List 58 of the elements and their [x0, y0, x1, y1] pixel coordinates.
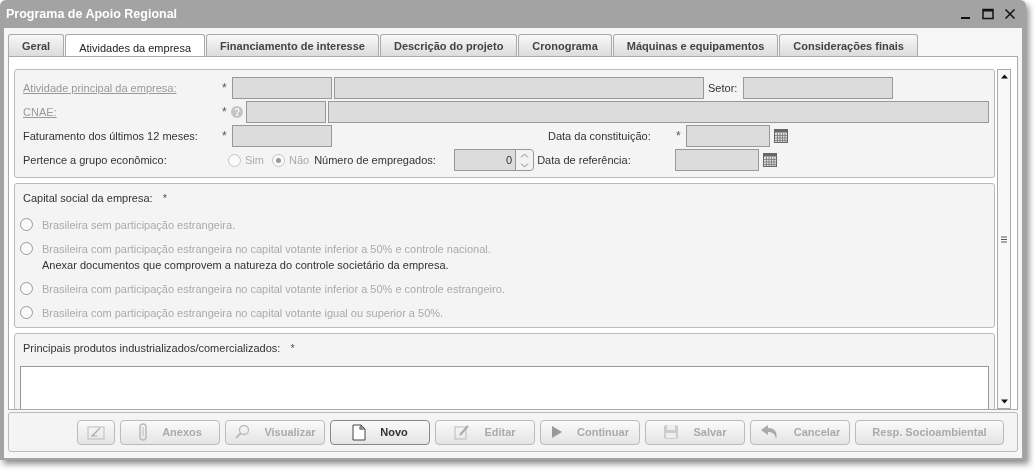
paperclip-icon	[138, 423, 149, 441]
tab[interactable]: Atividades da empresa	[65, 34, 206, 57]
cnae-code-field[interactable]	[246, 101, 326, 123]
play-icon	[551, 425, 563, 439]
grip-icon[interactable]	[1001, 235, 1007, 243]
save-icon	[663, 424, 680, 440]
close-icon[interactable]	[1004, 8, 1016, 20]
radio-button[interactable]	[20, 218, 33, 231]
calendar-icon[interactable]	[763, 153, 778, 167]
sector-field[interactable]	[743, 77, 894, 99]
required-mark: *	[162, 192, 167, 206]
required-mark: *	[222, 105, 228, 119]
undo-arrow-icon	[759, 424, 780, 440]
calendar-icon[interactable]	[774, 129, 788, 143]
reference-date-label: Data de referência:	[537, 154, 632, 166]
sector-label: Setor:	[708, 82, 738, 94]
scrollbar[interactable]	[997, 69, 1011, 409]
cnae-description-field[interactable]	[328, 101, 989, 123]
document-icon	[352, 423, 367, 441]
signature-icon	[87, 424, 105, 440]
employees-spinner[interactable]: 0	[454, 149, 535, 171]
toolbar-button[interactable]: Novo	[330, 419, 430, 445]
revenue-field[interactable]	[232, 125, 332, 147]
founded-date-label: Data da constituição:	[548, 130, 652, 142]
required-mark: *	[290, 342, 295, 356]
activity-description-field[interactable]	[334, 77, 704, 99]
tab[interactable]: Geral	[8, 34, 65, 56]
radio-button[interactable]	[20, 306, 33, 319]
employees-label: Número de empregados:	[314, 154, 437, 166]
required-mark: *	[222, 129, 228, 143]
radio-label: Brasileira com participação estrangeira no capital votante inferior a 50% e controle nacional.	[42, 242, 491, 255]
required-mark: *	[222, 81, 228, 95]
radio-label: Não	[288, 154, 310, 166]
capital-label: Capital social da empresa:	[23, 192, 153, 206]
pencil-icon	[454, 424, 471, 440]
radio-button[interactable]	[20, 242, 33, 255]
help-icon[interactable]	[231, 106, 243, 118]
tab[interactable]: Considerações finais	[779, 34, 918, 56]
window-title: Programa de Apoio Regional	[6, 7, 178, 21]
activity-code-field[interactable]	[232, 77, 332, 99]
tab[interactable]: Financiamento de interesse	[206, 34, 379, 56]
radio-label: Brasileira com participação estrangeira no capital votante inferior a 50% e controle estrangeiro.	[42, 282, 505, 295]
reference-date-field[interactable]	[675, 149, 760, 171]
tab[interactable]: Descrição do projeto	[379, 34, 518, 56]
founded-date-field[interactable]	[686, 125, 770, 147]
maximize-icon[interactable]	[982, 8, 994, 20]
radio-label: Brasileira com participação estrangeira no capital votante igual ou superior a 50%.	[42, 306, 444, 319]
tab[interactable]: Máquinas e equipamentos	[612, 34, 779, 56]
radio-button[interactable]	[20, 282, 33, 295]
attachment-note: Anexar documentos que comprovem a natureza do controle societário da empresa.	[42, 259, 450, 271]
radio-label: Sim	[245, 154, 264, 166]
revenue-label: Faturamento dos últimos 12 meses:	[23, 130, 199, 142]
required-mark: *	[676, 129, 682, 143]
products-label: Principais produtos industrializados/comercializados:	[23, 342, 281, 356]
economic-group-label: Pertence a grupo econômico:	[23, 154, 168, 166]
radio-label: Brasileira sem participação estrangeira.	[42, 218, 236, 231]
search-icon	[234, 424, 251, 440]
tab[interactable]: Cronograma	[518, 34, 612, 56]
